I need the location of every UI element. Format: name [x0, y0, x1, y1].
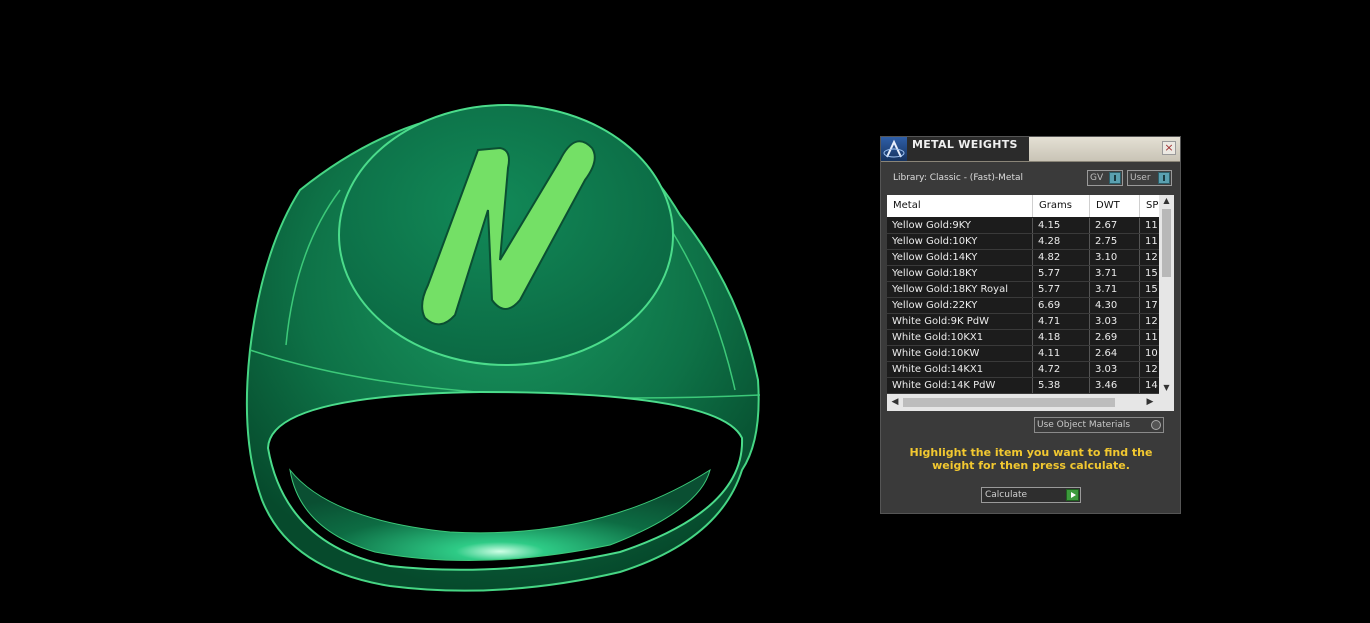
table-body: Yellow Gold:9KY 4.15 2.67 11 Yellow Gold:10… [887, 218, 1170, 394]
scroll-up-arrow-icon[interactable]: ▲ [1159, 195, 1174, 207]
table-header: Metal Grams DWT SP [887, 195, 1159, 217]
cell-grams: 4.11 [1033, 346, 1090, 361]
cell-grams: 5.38 [1033, 378, 1090, 393]
vertical-scroll-thumb[interactable] [1162, 209, 1171, 277]
table-row[interactable]: White Gold:14KX1 4.72 3.03 12 [887, 362, 1170, 378]
table-row[interactable]: White Gold:10KW 4.11 2.64 10 [887, 346, 1170, 362]
cell-grams: 4.82 [1033, 250, 1090, 265]
gv-toggle[interactable]: GV [1087, 170, 1123, 186]
table-row[interactable]: Yellow Gold:22KY 6.69 4.30 17 [887, 298, 1170, 314]
cell-grams: 4.71 [1033, 314, 1090, 329]
cell-dwt: 3.10 [1090, 250, 1140, 265]
cell-metal: Yellow Gold:18KY [887, 266, 1033, 281]
table-row[interactable]: White Gold:10KX1 4.18 2.69 11 [887, 330, 1170, 346]
cell-dwt: 2.75 [1090, 234, 1140, 249]
cell-metal: Yellow Gold:10KY [887, 234, 1033, 249]
cell-dwt: 3.03 [1090, 314, 1140, 329]
instruction-text: Highlight the item you want to find the … [909, 446, 1153, 472]
cell-dwt: 2.69 [1090, 330, 1140, 345]
cell-grams: 5.77 [1033, 282, 1090, 297]
panel-title: METAL WEIGHTS [912, 138, 1018, 151]
cell-grams: 6.69 [1033, 298, 1090, 313]
cell-metal: Yellow Gold:22KY [887, 298, 1033, 313]
table-row[interactable]: White Gold:9K PdW 4.71 3.03 12 [887, 314, 1170, 330]
cell-grams: 4.18 [1033, 330, 1090, 345]
cell-dwt: 4.30 [1090, 298, 1140, 313]
cell-dwt: 3.71 [1090, 282, 1140, 297]
cell-grams: 4.72 [1033, 362, 1090, 377]
cell-dwt: 3.46 [1090, 378, 1140, 393]
play-arrow-icon [1066, 489, 1079, 501]
cell-metal: White Gold:9K PdW [887, 314, 1033, 329]
close-icon[interactable]: × [1162, 141, 1176, 155]
calculate-label: Calculate [985, 490, 1028, 500]
ring-face [338, 104, 674, 366]
user-toggle-label: User [1130, 173, 1151, 183]
table-row[interactable]: Yellow Gold:18KY Royal 5.77 3.71 15 [887, 282, 1170, 298]
cell-metal: Yellow Gold:18KY Royal [887, 282, 1033, 297]
cell-grams: 5.77 [1033, 266, 1090, 281]
cell-metal: White Gold:10KX1 [887, 330, 1033, 345]
table-row[interactable]: Yellow Gold:14KY 4.82 3.10 12 [887, 250, 1170, 266]
cell-dwt: 2.64 [1090, 346, 1140, 361]
cell-metal: White Gold:10KW [887, 346, 1033, 361]
table-row[interactable]: Yellow Gold:9KY 4.15 2.67 11 [887, 218, 1170, 234]
cell-metal: Yellow Gold:9KY [887, 218, 1033, 233]
use-object-materials-label: Use Object Materials [1037, 420, 1131, 430]
column-header-metal[interactable]: Metal [887, 195, 1033, 217]
cell-metal: Yellow Gold:14KY [887, 250, 1033, 265]
cell-metal: White Gold:14KX1 [887, 362, 1033, 377]
cell-grams: 4.15 [1033, 218, 1090, 233]
column-header-dwt[interactable]: DWT [1090, 195, 1140, 217]
table-row[interactable]: Yellow Gold:10KY 4.28 2.75 11 [887, 234, 1170, 250]
vertical-scrollbar[interactable]: ▲ ▼ [1159, 195, 1174, 394]
metal-weights-panel: METAL WEIGHTS × Library: Classic - (Fast… [880, 136, 1181, 514]
app-logo-icon [881, 137, 907, 161]
table-row[interactable]: White Gold:14K PdW 5.38 3.46 14 [887, 378, 1170, 394]
cell-dwt: 3.03 [1090, 362, 1140, 377]
horizontal-scroll-thumb[interactable] [903, 398, 1115, 407]
column-header-grams[interactable]: Grams [1033, 195, 1090, 217]
horizontal-scrollbar[interactable]: ◀ ▶ [887, 394, 1174, 411]
scroll-right-arrow-icon[interactable]: ▶ [1143, 394, 1157, 411]
gv-toggle-label: GV [1090, 173, 1104, 183]
cell-metal: White Gold:14K PdW [887, 378, 1033, 393]
use-object-materials-toggle[interactable]: Use Object Materials [1034, 417, 1164, 433]
radio-knob-icon [1151, 420, 1161, 430]
cell-dwt: 2.67 [1090, 218, 1140, 233]
calculate-button[interactable]: Calculate [981, 487, 1081, 503]
user-toggle[interactable]: User [1127, 170, 1172, 186]
scroll-left-arrow-icon[interactable]: ◀ [888, 394, 902, 411]
table-row[interactable]: Yellow Gold:18KY 5.77 3.71 15 [887, 266, 1170, 282]
library-label: Library: Classic - (Fast)-Metal [893, 173, 1024, 183]
metal-table: Metal Grams DWT SP Yellow Gold:9KY 4.15 2.… [887, 195, 1174, 411]
cell-grams: 4.28 [1033, 234, 1090, 249]
panel-titlebar[interactable]: METAL WEIGHTS × [881, 137, 1180, 162]
ring-model [245, 104, 761, 592]
toggle-knob-icon [1158, 172, 1170, 184]
cell-dwt: 3.71 [1090, 266, 1140, 281]
toggle-knob-icon [1109, 172, 1121, 184]
scroll-down-arrow-icon[interactable]: ▼ [1159, 382, 1174, 394]
